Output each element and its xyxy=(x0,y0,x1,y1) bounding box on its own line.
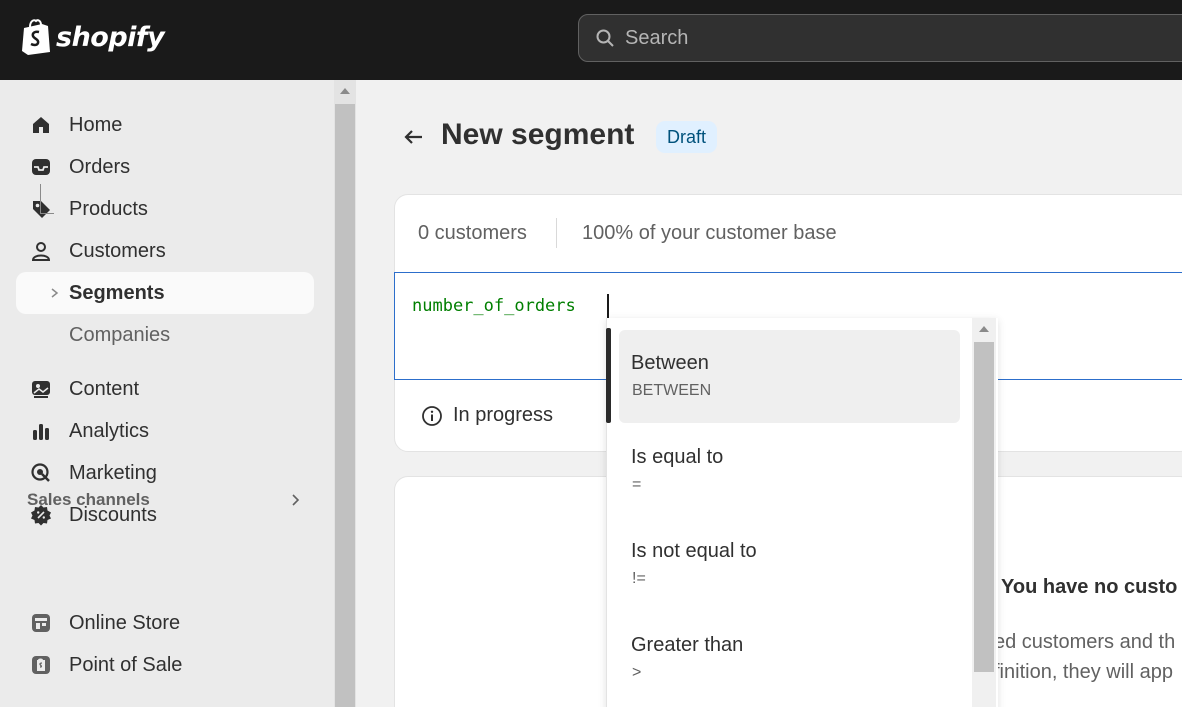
sidebar-item-label: Segments xyxy=(69,281,165,304)
sidebar-item-label: Home xyxy=(69,113,123,136)
option-label: Is not equal to xyxy=(631,540,757,562)
info-icon xyxy=(422,406,442,426)
page-title: New segment xyxy=(441,118,635,151)
scrollbar-thumb[interactable] xyxy=(974,342,994,672)
sidebar-item-products[interactable]: Products xyxy=(16,188,314,230)
divider xyxy=(556,218,557,248)
segment-status: In progress xyxy=(453,404,554,426)
option-operator: = xyxy=(632,476,642,493)
sidebar-item-label: Orders xyxy=(69,155,131,178)
tree-connector xyxy=(40,184,54,214)
sidebar-item-marketing[interactable]: Marketing xyxy=(16,452,314,494)
autocomplete-option[interactable]: Greater than > xyxy=(619,612,960,705)
sidebar-scrollbar[interactable] xyxy=(334,80,356,707)
person-icon xyxy=(31,242,51,261)
scroll-up-icon[interactable] xyxy=(979,326,989,332)
dropdown-scrollbar[interactable] xyxy=(972,318,996,707)
bar-chart-icon xyxy=(33,424,49,440)
sales-channels-heading: Sales channels xyxy=(27,490,150,509)
target-icon xyxy=(31,463,50,482)
empty-state-text: finition, they will app xyxy=(994,661,1173,683)
arrow-right-icon xyxy=(51,288,59,298)
sidebar-item-point-of-sale[interactable]: Point of Sale xyxy=(16,644,314,686)
sidebar-item-orders[interactable]: Orders xyxy=(16,146,314,188)
customer-count: 0 customers xyxy=(418,222,527,244)
customer-base-share: 100% of your customer base xyxy=(582,222,837,244)
sidebar-item-customers[interactable]: Customers xyxy=(16,230,314,272)
sidebar-item-label: Analytics xyxy=(69,419,150,442)
sidebar-item-home[interactable]: Home xyxy=(16,104,314,146)
option-label: Is equal to xyxy=(631,446,724,468)
empty-state-text: ed customers and th xyxy=(994,631,1176,653)
option-label: Greater than xyxy=(631,634,744,656)
sidebar-item-online-store[interactable]: Online Store xyxy=(16,602,314,644)
store-icon xyxy=(32,614,50,632)
sidebar-item-label: Point of Sale xyxy=(69,653,183,676)
option-operator: > xyxy=(632,664,642,681)
image-icon xyxy=(32,381,50,398)
shopify-logo[interactable]: shopify xyxy=(20,18,165,56)
sidebar-item-label: Companies xyxy=(69,323,171,346)
inbox-icon xyxy=(32,159,50,175)
sidebar-item-segments[interactable]: Segments xyxy=(16,272,314,314)
option-label: Between xyxy=(631,352,709,374)
search-input[interactable]: Search xyxy=(578,14,1182,62)
search-placeholder: Search xyxy=(625,26,689,49)
selection-indicator xyxy=(606,328,611,423)
home-icon xyxy=(33,117,49,133)
back-arrow-icon[interactable] xyxy=(402,125,426,149)
sidebar-item-label: Products xyxy=(69,197,148,220)
sidebar-item-label: Content xyxy=(69,377,140,400)
scrollbar-thumb[interactable] xyxy=(335,104,355,707)
sidebar-item-analytics[interactable]: Analytics xyxy=(16,410,314,452)
brand-name: shopify xyxy=(56,21,165,53)
autocomplete-option[interactable]: Is equal to = xyxy=(619,424,960,517)
sidebar-item-label: Online Store xyxy=(69,611,181,634)
status-badge: Draft xyxy=(656,121,718,153)
text-caret xyxy=(607,294,609,318)
chevron-right-icon[interactable] xyxy=(290,493,302,507)
sidebar-item-label: Marketing xyxy=(69,461,157,484)
shopify-bag-icon xyxy=(22,19,50,55)
sidebar-item-companies[interactable]: Companies xyxy=(16,314,314,356)
top-bar: shopify Search xyxy=(0,0,1182,80)
sidebar-item-content[interactable]: Content xyxy=(16,368,314,410)
pos-icon xyxy=(32,656,50,674)
autocomplete-option[interactable]: Between BETWEEN xyxy=(619,330,960,423)
search-icon xyxy=(596,29,614,47)
empty-state-title: You have no custo xyxy=(1001,576,1178,598)
scroll-up-icon[interactable] xyxy=(340,88,350,94)
query-text: number_of_orders xyxy=(412,296,576,316)
sidebar-item-label: Customers xyxy=(69,239,166,262)
option-operator: BETWEEN xyxy=(632,382,712,399)
option-operator: != xyxy=(632,570,646,587)
autocomplete-option[interactable]: Is not equal to != xyxy=(619,518,960,611)
